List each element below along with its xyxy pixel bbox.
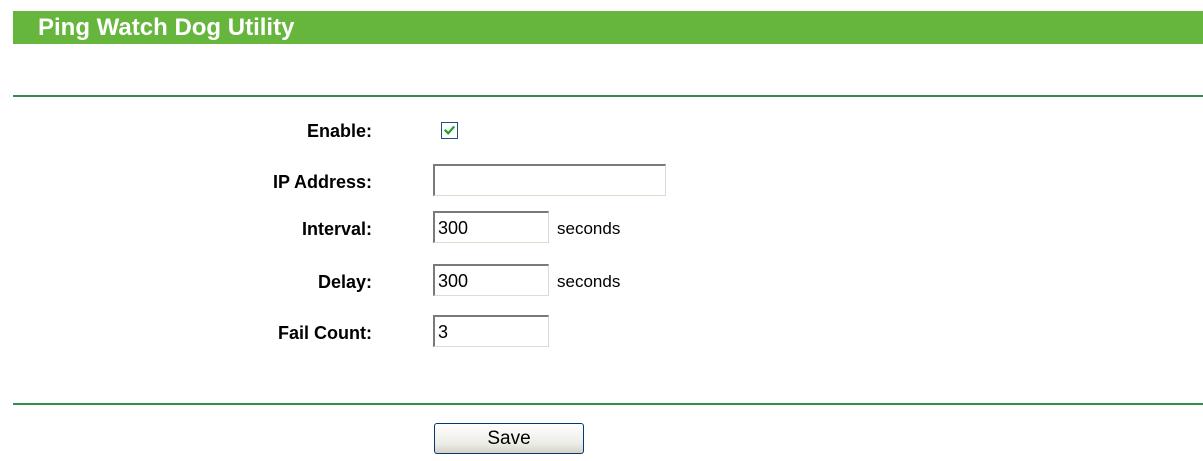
interval-label: Interval:: [301, 219, 372, 239]
fail-count-row: Fail Count:: [0, 315, 1203, 351]
interval-unit: seconds: [557, 219, 621, 238]
delay-input[interactable]: [433, 264, 549, 296]
fail-count-label: Fail Count:: [278, 323, 372, 343]
interval-input[interactable]: [433, 211, 549, 243]
checkmark-icon: [443, 125, 456, 135]
ip-address-label: IP Address:: [272, 172, 372, 192]
interval-row: Interval: seconds: [0, 211, 1203, 247]
bottom-divider: [13, 403, 1203, 405]
enable-row: Enable:: [0, 113, 1203, 149]
delay-unit: seconds: [557, 272, 621, 291]
fail-count-input[interactable]: [433, 315, 549, 347]
ip-address-row: IP Address:: [0, 164, 1203, 200]
enable-label: Enable:: [306, 121, 372, 141]
delay-row: Delay: seconds: [0, 264, 1203, 300]
delay-label: Delay:: [317, 272, 372, 292]
ping-watchdog-page: Ping Watch Dog Utility Enable: IP Addres…: [0, 0, 1203, 461]
page-title: Ping Watch Dog Utility: [38, 14, 295, 41]
top-divider: [13, 95, 1203, 97]
ip-address-input[interactable]: [433, 164, 666, 196]
save-button[interactable]: Save: [434, 423, 584, 454]
title-bar: Ping Watch Dog Utility: [13, 11, 1203, 44]
enable-checkbox[interactable]: [441, 122, 458, 139]
